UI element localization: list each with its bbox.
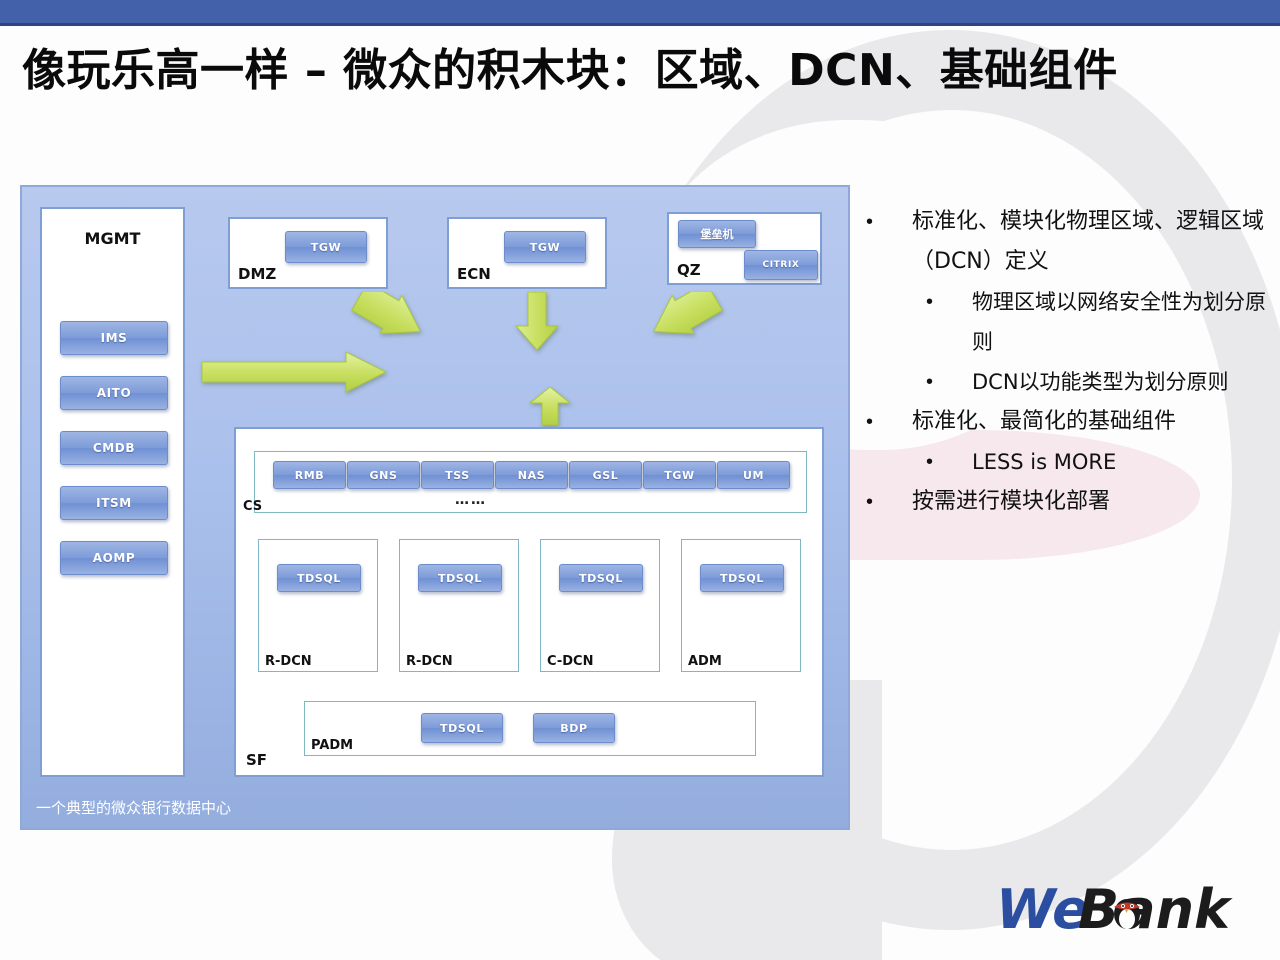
zone-label-dmz: DMZ [238,265,277,283]
zone-label-qz: QZ [677,261,701,279]
zone-label-ecn: ECN [457,265,491,283]
bullet-list: • 标准化、模块化物理区域、逻辑区域（DCN）定义 • 物理区域以网络安全性为划… [866,202,1266,522]
bullet-dot-icon: • [926,371,934,393]
bullet-text: LESS is MORE [972,450,1117,474]
qz-chip-bastion[interactable]: 堡垒机 [678,220,756,248]
dcn2-label: R-DCN [406,654,453,669]
dcn3-label: C-DCN [547,654,594,669]
dmz-chip-tgw[interactable]: TGW [285,231,367,263]
dcn-box-2: TDSQL R-DCN [399,539,519,672]
bullet-text: 标准化、最简化的基础组件 [912,409,1177,434]
mgmt-chip-itsm[interactable]: ITSM [60,486,168,520]
bullet-item: • 标准化、最简化的基础组件 [866,402,1266,442]
arrow-mgmt-to-core [201,351,388,393]
padm-chip-tdsql[interactable]: TDSQL [421,713,503,743]
cs-chip-um[interactable]: UM [717,461,790,489]
cs-chip-tss[interactable]: TSS [421,461,494,489]
zone-label-sf: SF [246,751,268,769]
dcn4-chip-tdsql[interactable]: TDSQL [700,564,784,592]
dcn1-chip-tdsql[interactable]: TDSQL [277,564,361,592]
zone-dmz: TGW DMZ [228,217,388,289]
zone-sf: SF RMB GNS TSS NAS GSL TGW UM …… CS TDSQ… [234,427,824,777]
page-title: 像玩乐高一样 – 微众的积木块：区域、DCN、基础组件 [22,45,1118,96]
cs-chip-rmb[interactable]: RMB [273,461,346,489]
zone-mgmt: MGMT IMS AITO CMDB ITSM AOMP [40,207,185,777]
bullet-item: • DCN以功能类型为划分原则 [866,362,1266,402]
arrow-sf-to-core [528,387,572,426]
dcn4-label: ADM [688,654,722,669]
webank-logo: We Bank [996,878,1233,940]
bullet-text: 标准化、模块化物理区域、逻辑区域（DCN）定义 [912,209,1265,274]
mgmt-title: MGMT [84,229,141,248]
dcn1-label: R-DCN [265,654,312,669]
cs-container: RMB GNS TSS NAS GSL TGW UM …… CS [243,451,807,514]
zone-qz: 堡垒机 CITRIX QZ [667,212,822,285]
cs-chip-tgw[interactable]: TGW [643,461,716,489]
padm-container: TDSQL BDP PADM [304,701,756,756]
bullet-dot-icon: • [866,491,874,513]
cs-ellipsis: …… [455,492,487,508]
cs-chip-nas[interactable]: NAS [495,461,568,489]
bullet-dot-icon: • [866,411,874,433]
dcn-box-3: TDSQL C-DCN [540,539,660,672]
bullet-item: • LESS is MORE [866,442,1266,482]
bullet-text: DCN以功能类型为划分原则 [972,370,1229,394]
arrow-ecn-to-core [514,292,560,351]
logo-text-we: We [996,878,1089,940]
cs-label: CS [243,499,263,514]
datacenter-diagram: MGMT IMS AITO CMDB ITSM AOMP TGW DMZ TGW… [20,185,850,830]
mgmt-chip-aito[interactable]: AITO [60,376,168,410]
bullet-dot-icon: • [926,451,934,473]
dcn-box-1: TDSQL R-DCN [258,539,378,672]
padm-chip-bdp[interactable]: BDP [533,713,615,743]
top-accent-bar [0,0,1280,26]
arrow-qz-to-core [652,292,723,335]
cs-chip-gns[interactable]: GNS [347,461,420,489]
bullet-item: • 标准化、模块化物理区域、逻辑区域（DCN）定义 [866,202,1266,282]
logo-text-bank: Bank [1078,878,1233,940]
diagram-caption: 一个典型的微众银行数据中心 [36,799,232,817]
dcn2-chip-tdsql[interactable]: TDSQL [418,564,502,592]
dcn-box-4: TDSQL ADM [681,539,801,672]
bullet-text: 按需进行模块化部署 [912,489,1111,514]
qz-chip-citrix[interactable]: CITRIX [744,250,818,280]
dcn3-chip-tdsql[interactable]: TDSQL [559,564,643,592]
bullet-item: • 物理区域以网络安全性为划分原则 [866,282,1266,362]
bullet-dot-icon: • [926,291,934,313]
penguin-icon [1114,899,1140,929]
zone-ecn: TGW ECN [447,217,607,289]
slide-canvas: 像玩乐高一样 – 微众的积木块：区域、DCN、基础组件 MGMT IMS AIT… [0,0,1280,960]
cs-chip-gsl[interactable]: GSL [569,461,642,489]
mgmt-chip-aomp[interactable]: AOMP [60,541,168,575]
ecn-chip-tgw[interactable]: TGW [504,231,586,263]
mgmt-chip-cmdb[interactable]: CMDB [60,431,168,465]
mgmt-chip-ims[interactable]: IMS [60,321,168,355]
bullet-item: • 按需进行模块化部署 [866,482,1266,522]
bullet-text: 物理区域以网络安全性为划分原则 [972,290,1266,354]
bullet-dot-icon: • [866,211,874,233]
padm-label: PADM [311,738,354,753]
